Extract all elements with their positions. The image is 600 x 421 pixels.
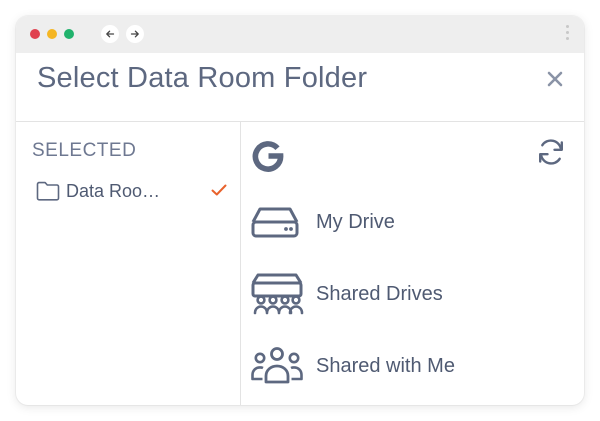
selected-folder-item[interactable]: Data Roo… xyxy=(36,178,228,204)
shared-drives-icon xyxy=(250,272,304,316)
arrow-left-icon xyxy=(106,30,115,38)
kebab-menu-icon[interactable] xyxy=(564,25,570,45)
shared-drives-item[interactable]: Shared Drives xyxy=(250,272,443,316)
back-button[interactable] xyxy=(101,25,119,43)
folder-icon xyxy=(36,181,60,201)
zoom-window-dot[interactable] xyxy=(64,29,74,39)
forward-button[interactable] xyxy=(126,25,144,43)
shared-with-me-item[interactable]: Shared with Me xyxy=(250,344,455,388)
checkmark-icon xyxy=(211,184,227,196)
close-icon xyxy=(547,71,563,87)
shared-drives-label: Shared Drives xyxy=(316,282,443,305)
refresh-icon[interactable] xyxy=(535,136,567,168)
my-drive-label: My Drive xyxy=(316,210,395,233)
browser-titlebar xyxy=(16,16,584,53)
hard-drive-icon xyxy=(250,200,304,244)
browser-window: Select Data Room Folder SELECTED Data Ro… xyxy=(16,16,584,405)
minimize-window-dot[interactable] xyxy=(47,29,57,39)
my-drive-item[interactable]: My Drive xyxy=(250,200,395,244)
header-divider xyxy=(16,121,584,122)
shared-with-me-label: Shared with Me xyxy=(316,354,455,377)
people-group-icon xyxy=(250,344,304,388)
google-icon xyxy=(252,141,284,172)
dialog-title: Select Data Room Folder xyxy=(37,62,368,94)
arrow-right-icon xyxy=(130,30,139,38)
close-window-dot[interactable] xyxy=(30,29,40,39)
selected-heading: SELECTED xyxy=(32,140,137,161)
selected-folder-label: Data Roo… xyxy=(66,180,161,201)
close-dialog-button[interactable] xyxy=(544,68,566,90)
panel-divider xyxy=(240,122,241,405)
